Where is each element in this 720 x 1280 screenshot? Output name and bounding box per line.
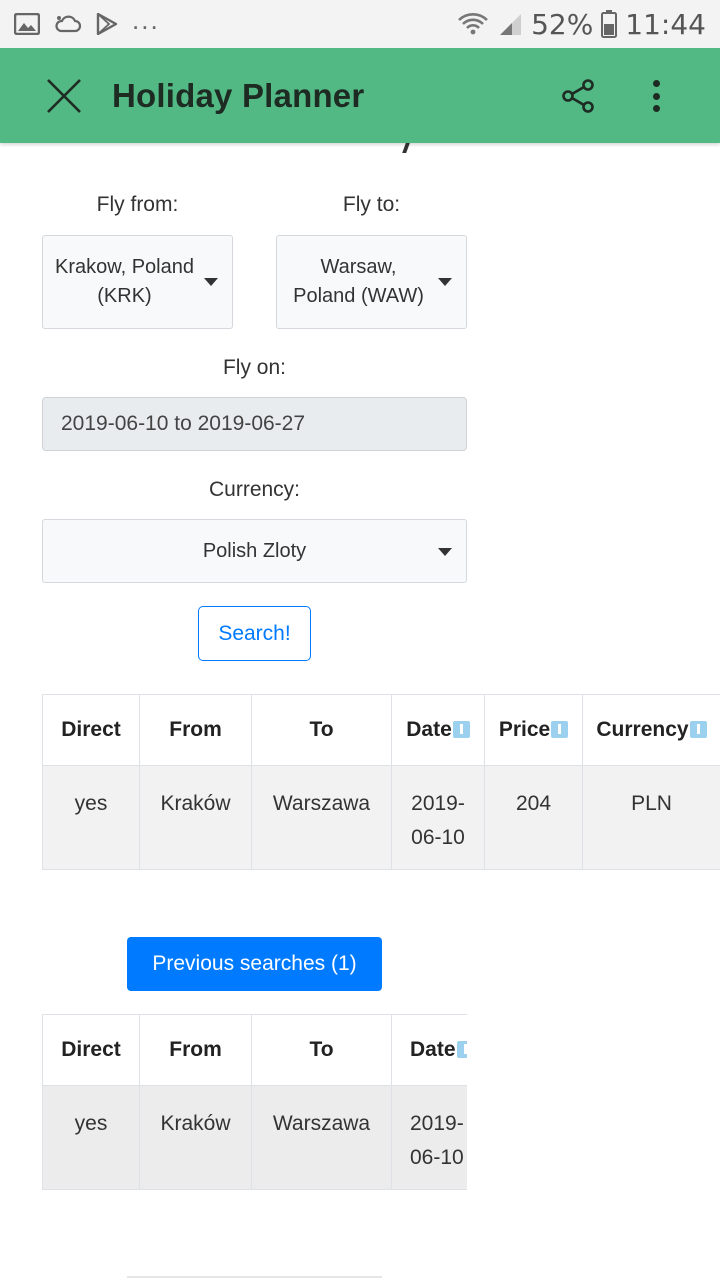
close-icon bbox=[47, 78, 81, 113]
battery-icon bbox=[601, 10, 618, 38]
cell-date-line1: 2019- bbox=[410, 1112, 464, 1135]
results-table: Direct From To Date Price Currency yes K… bbox=[42, 694, 720, 870]
share-button[interactable] bbox=[560, 78, 596, 114]
table-row[interactable]: yes Kraków Warszawa 2019- 06-10 204 PLN bbox=[42, 765, 720, 870]
status-bar: ... 52% 11:44 bbox=[0, 0, 720, 48]
clock: 11:44 bbox=[625, 7, 706, 41]
chevron-down-icon bbox=[438, 278, 452, 286]
more-vert-icon bbox=[652, 80, 660, 87]
cell-to: Warszawa bbox=[251, 765, 392, 870]
column-header-direct[interactable]: Direct bbox=[42, 694, 140, 766]
signal-icon bbox=[500, 14, 522, 35]
column-header-from[interactable]: From bbox=[139, 1014, 252, 1086]
battery-percent: 52% bbox=[531, 7, 594, 41]
cell-currency: PLN bbox=[582, 765, 720, 870]
notifications-overflow: ... bbox=[132, 4, 160, 35]
more-options-button[interactable] bbox=[642, 76, 670, 116]
column-header-date-label: Date bbox=[410, 1038, 456, 1061]
fly-to-value-line1: Warsaw, bbox=[320, 256, 397, 278]
sort-icon[interactable] bbox=[452, 721, 470, 738]
chevron-down-icon bbox=[438, 548, 452, 556]
currency-value: Polish Zloty bbox=[202, 539, 307, 562]
divider bbox=[127, 1276, 382, 1278]
cloud-sync-icon bbox=[55, 15, 82, 33]
currency-label: Currency: bbox=[208, 478, 301, 501]
heading-overflow bbox=[402, 143, 422, 153]
chevron-down-icon bbox=[204, 278, 218, 286]
fly-from-value-line1: Krakow, Poland bbox=[55, 256, 194, 278]
wifi-icon bbox=[458, 13, 488, 35]
cell-to: Warszawa bbox=[251, 1085, 392, 1190]
app-title: Holiday Planner bbox=[112, 76, 365, 114]
column-header-date-label: Date bbox=[406, 718, 452, 741]
gallery-icon bbox=[14, 13, 40, 35]
sort-icon[interactable] bbox=[551, 721, 569, 738]
table-header-row: Direct From To Date Price Currency bbox=[42, 694, 720, 766]
table-header-row: Direct From To Date bbox=[42, 1014, 467, 1086]
cell-from: Kraków bbox=[139, 1085, 252, 1190]
cell-price: 204 bbox=[484, 765, 583, 870]
column-header-date[interactable]: Date bbox=[391, 1014, 467, 1086]
date-range-field[interactable]: 2019-06-10 to 2019-06-27 bbox=[42, 397, 467, 451]
fly-from-value-line2: (KRK) bbox=[97, 285, 152, 307]
column-header-date[interactable]: Date bbox=[391, 694, 485, 766]
previous-searches-table: Direct From To Date yes Kraków Warszawa … bbox=[42, 1014, 467, 1190]
search-button[interactable]: Search! bbox=[198, 606, 311, 661]
fly-to-label: Fly to: bbox=[342, 193, 401, 216]
cell-date-line2: 06-10 bbox=[410, 1146, 464, 1169]
cell-date-line2: 06-10 bbox=[411, 826, 465, 849]
close-button[interactable] bbox=[44, 76, 84, 116]
column-header-from[interactable]: From bbox=[139, 694, 252, 766]
fly-to-value-line2: Poland (WAW) bbox=[293, 285, 424, 307]
column-header-price[interactable]: Price bbox=[484, 694, 583, 766]
fly-on-label: Fly on: bbox=[222, 356, 287, 379]
share-icon bbox=[562, 79, 594, 113]
previous-searches-button[interactable]: Previous searches (1) bbox=[127, 937, 382, 991]
cell-date: 2019- 06-10 bbox=[391, 1085, 467, 1190]
column-header-currency[interactable]: Currency bbox=[582, 694, 720, 766]
column-header-to[interactable]: To bbox=[251, 1014, 392, 1086]
cell-direct: yes bbox=[42, 1085, 140, 1190]
previous-searches-scroll[interactable]: Direct From To Date yes Kraków Warszawa … bbox=[0, 1014, 467, 1190]
app-bar: Holiday Planner bbox=[0, 48, 720, 143]
fly-from-label: Fly from: bbox=[96, 193, 179, 216]
cell-from: Kraków bbox=[139, 765, 252, 870]
column-header-direct[interactable]: Direct bbox=[42, 1014, 140, 1086]
cell-direct: yes bbox=[42, 765, 140, 870]
table-row[interactable]: yes Kraków Warszawa 2019- 06-10 bbox=[42, 1085, 467, 1190]
play-store-icon bbox=[96, 13, 118, 35]
column-header-to[interactable]: To bbox=[251, 694, 392, 766]
currency-select[interactable]: Polish Zloty bbox=[42, 519, 467, 583]
cell-date-line1: 2019- bbox=[411, 792, 465, 815]
cell-date: 2019- 06-10 bbox=[391, 765, 485, 870]
column-header-currency-label: Currency bbox=[596, 718, 689, 741]
sort-icon[interactable] bbox=[456, 1041, 467, 1058]
fly-to-select[interactable]: Warsaw, Poland (WAW) bbox=[276, 235, 467, 329]
column-header-price-label: Price bbox=[498, 718, 551, 741]
sort-icon[interactable] bbox=[689, 721, 707, 738]
fly-from-select[interactable]: Krakow, Poland (KRK) bbox=[42, 235, 233, 329]
